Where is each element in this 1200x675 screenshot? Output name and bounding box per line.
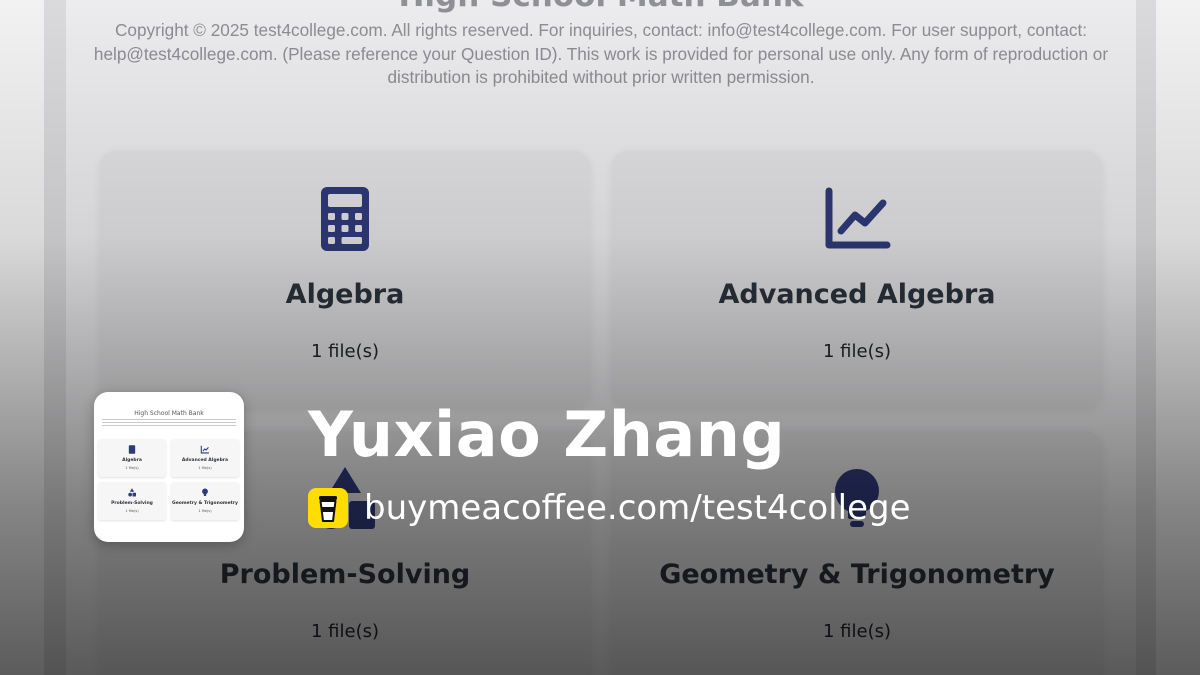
page-content: High School Math Bank Copyright © 2025 t…	[66, 0, 1136, 675]
thumbnail-card-algebra: Algebra 1 file(s)	[98, 439, 166, 477]
thumbnail-card-title: Algebra	[122, 458, 142, 463]
thumbnail-card-problem-solving: Problem-Solving 1 file(s)	[98, 482, 166, 520]
calculator-icon	[321, 187, 369, 251]
page-thumbnail[interactable]: High School Math Bank Algebra 1 file(s) …	[94, 392, 244, 542]
thumbnail-card-count: 1 file(s)	[198, 466, 212, 470]
author-name: Yuxiao Zhang	[308, 398, 786, 471]
page-margin-left	[0, 0, 44, 675]
file-count: 1 file(s)	[822, 341, 891, 362]
thumbnail-card-title: Advanced Algebra	[181, 458, 229, 463]
category-card-advanced-algebra[interactable]: Advanced Algebra 1 file(s)	[612, 151, 1102, 407]
category-title: Geometry & Trigonometry	[659, 559, 1055, 590]
category-title: Algebra	[285, 279, 405, 310]
calculator-icon	[128, 445, 136, 454]
thumbnail-title: High School Math Bank	[134, 410, 204, 417]
thumbnail-card-count: 1 file(s)	[125, 466, 139, 470]
coffee-cup-icon[interactable]	[308, 488, 348, 528]
thumbnail-card-count: 1 file(s)	[198, 509, 212, 513]
line-chart-icon	[200, 445, 209, 454]
thumbnail-card-count: 1 file(s)	[125, 509, 139, 513]
thumbnail-card-title: Geometry & Trigonometry	[172, 501, 238, 506]
category-card-algebra[interactable]: Algebra 1 file(s)	[100, 151, 590, 407]
page-panel: High School Math Bank Copyright © 2025 t…	[44, 0, 1156, 675]
shapes-icon	[128, 488, 136, 497]
file-count: 1 file(s)	[310, 341, 379, 362]
category-title: Problem-Solving	[219, 559, 471, 590]
category-title: Advanced Algebra	[718, 279, 996, 310]
thumbnail-text-lines	[102, 419, 236, 427]
page-title: High School Math Bank	[66, 0, 1136, 14]
thumbnail-card-title: Problem-Solving	[111, 501, 153, 506]
page-margin-right	[1156, 0, 1200, 675]
copyright-notice: Copyright © 2025 test4college.com. All r…	[93, 20, 1109, 87]
support-link[interactable]: buymeacoffee.com/test4college	[364, 488, 911, 528]
coffee-cup-glyph	[319, 496, 337, 522]
thumbnail-card-advanced-algebra: Advanced Algebra 1 file(s)	[171, 439, 239, 477]
file-count: 1 file(s)	[822, 621, 891, 642]
line-chart-icon	[825, 187, 891, 249]
file-count: 1 file(s)	[310, 621, 379, 642]
thumbnail-card-geometry-trigonometry: Geometry & Trigonometry 1 file(s)	[171, 482, 239, 520]
lightbulb-icon	[202, 488, 208, 496]
